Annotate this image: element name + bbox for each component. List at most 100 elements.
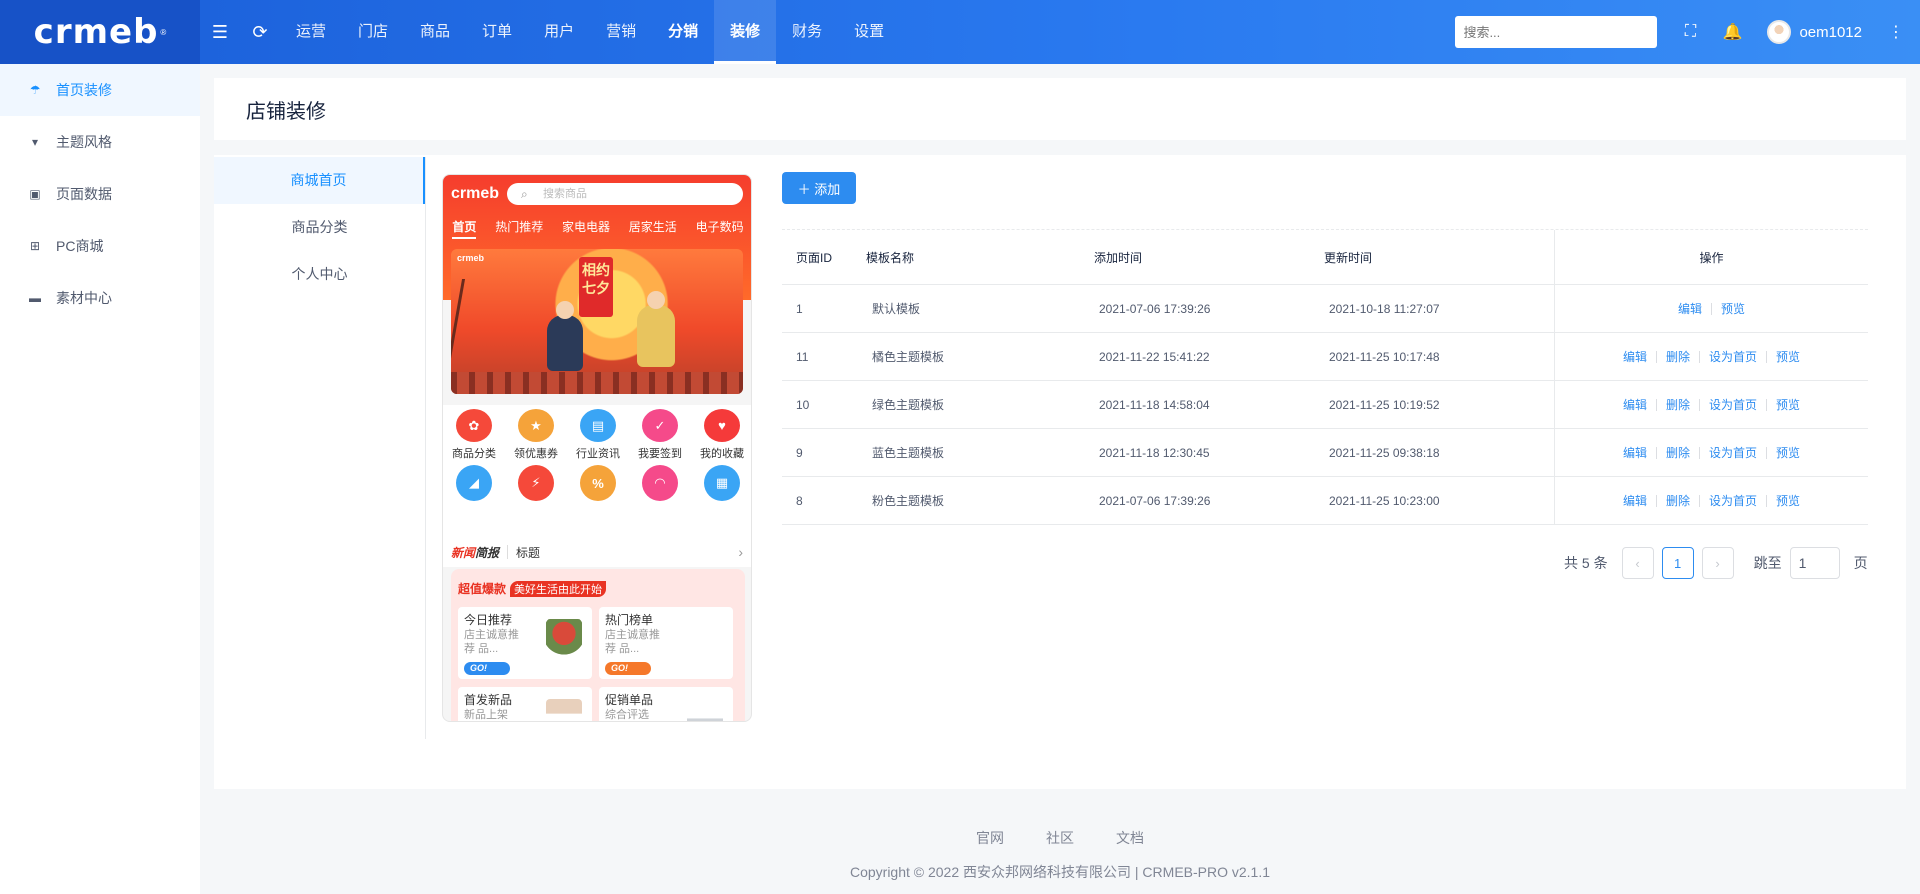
- promo-card: 今日推荐 店主诚意推荐 品... GO!: [458, 607, 592, 679]
- preview-link[interactable]: 预览: [1721, 300, 1745, 317]
- banner-logo: crmeb: [457, 253, 485, 263]
- main-card: 商城首页 商品分类 个人中心 crmeb ⌕ 搜索商品 首页 热门推荐 家电电器…: [214, 155, 1906, 789]
- divider: [1766, 494, 1768, 507]
- phone-icon-label: 行业资讯: [576, 448, 620, 460]
- topnav-item-user[interactable]: 用户: [528, 0, 590, 64]
- trademark: ®: [160, 27, 167, 37]
- cell-updated: 2021-10-18 11:27:07: [1329, 301, 1440, 316]
- gift-icon: ✿: [456, 409, 492, 442]
- topnav-item-operation[interactable]: 运营: [280, 0, 342, 64]
- phone-icon-item: ⚡: [505, 461, 567, 507]
- topnav-item-decoration[interactable]: 装修: [714, 0, 777, 64]
- brand-logo[interactable]: crmeb ®: [0, 0, 200, 64]
- submenu-item-mall-home[interactable]: 商城首页: [214, 157, 425, 204]
- table-body: 1 默认模板 2021-07-06 17:39:26 2021-10-18 11…: [782, 285, 1868, 525]
- set-home-link[interactable]: 设为首页: [1709, 348, 1757, 365]
- preview-link[interactable]: 预览: [1776, 492, 1800, 509]
- footer-link-community[interactable]: 社区: [1046, 828, 1074, 848]
- sidebar-item-material-center[interactable]: ▬ 素材中心: [0, 272, 200, 324]
- phone-tabs: 首页 热门推荐 家电电器 居家生活 电子数码: [443, 218, 751, 239]
- refresh-icon[interactable]: ⟳: [240, 0, 280, 64]
- divider: [1655, 398, 1657, 411]
- divider: [1711, 302, 1712, 315]
- go-badge: GO!: [464, 662, 510, 675]
- cell-id: 10: [796, 397, 810, 412]
- delete-link[interactable]: 删除: [1666, 492, 1690, 509]
- avatar[interactable]: [1767, 20, 1792, 44]
- cell-updated: 2021-11-25 09:38:18: [1329, 445, 1440, 460]
- preview-link[interactable]: 预览: [1776, 396, 1800, 413]
- phone-icon-item: ✓ 我要签到: [629, 405, 691, 461]
- top-right-tools: ⛶ 🔔 oem1012 ⋮: [1455, 0, 1920, 64]
- go-badge: GO!: [605, 662, 651, 675]
- cell-actions: 编辑 删除 设为首页 预览: [1554, 429, 1868, 476]
- more-vertical-icon[interactable]: ⋮: [1888, 22, 1904, 42]
- topnav-item-store[interactable]: 门店: [342, 0, 404, 64]
- promo-title: 超值爆款: [458, 582, 507, 596]
- sidebar-item-label: 首页装修: [56, 82, 112, 98]
- edit-link[interactable]: 编辑: [1678, 300, 1702, 317]
- submenu-item-product-category[interactable]: 商品分类: [214, 204, 425, 251]
- username[interactable]: oem1012: [1799, 24, 1862, 41]
- menu-fold-icon[interactable]: ☰: [200, 0, 240, 64]
- pagination: 共 5 条 ‹ 1 › 跳至 页: [1564, 547, 1868, 579]
- table-row: 10 绿色主题模板 2021-11-18 14:58:04 2021-11-25…: [782, 381, 1868, 429]
- phone-icon-item: ▤ 行业资讯: [567, 405, 629, 461]
- fullscreen-icon[interactable]: ⛶: [1669, 0, 1711, 64]
- jump-page-input[interactable]: [1789, 547, 1840, 579]
- promo-card-title: 热门榜单: [605, 613, 654, 627]
- topnav-item-order[interactable]: 订单: [466, 0, 528, 64]
- phone-tab: 电子数码: [695, 220, 744, 234]
- phone-icon-item: %: [567, 461, 629, 507]
- topnav-item-marketing[interactable]: 营销: [590, 0, 652, 64]
- preview-link[interactable]: 预览: [1776, 444, 1800, 461]
- page-number-button[interactable]: 1: [1661, 547, 1694, 579]
- global-search-input[interactable]: [1455, 16, 1658, 48]
- phone-tab: 热门推荐: [495, 220, 544, 234]
- sidebar-item-theme-style[interactable]: ▾ 主题风格: [0, 116, 200, 168]
- sidebar-item-pc-mall[interactable]: ⊞ PC商城: [0, 220, 200, 272]
- table-row: 11 橘色主题模板 2021-11-22 15:41:22 2021-11-25…: [782, 333, 1868, 381]
- divider: [1699, 494, 1700, 507]
- set-home-link[interactable]: 设为首页: [1709, 492, 1757, 509]
- megaphone-icon: ◢: [456, 465, 492, 501]
- add-button[interactable]: ＋ 添加: [782, 172, 856, 204]
- topnav-item-distribution[interactable]: 分销: [652, 0, 714, 64]
- edit-link[interactable]: 编辑: [1623, 444, 1647, 461]
- col-header-updated: 更新时间: [1324, 250, 1373, 265]
- divider: [507, 545, 509, 559]
- phone-tab: 首页: [452, 218, 477, 239]
- cell-added: 2021-11-18 14:58:04: [1099, 397, 1210, 412]
- sub-menu: 商城首页 商品分类 个人中心: [214, 157, 426, 739]
- delete-link[interactable]: 删除: [1666, 396, 1690, 413]
- topnav-item-settings[interactable]: 设置: [838, 0, 900, 64]
- topnav-item-finance[interactable]: 财务: [776, 0, 838, 64]
- preview-link[interactable]: 预览: [1776, 348, 1800, 365]
- next-page-button[interactable]: ›: [1701, 547, 1734, 579]
- topnav-item-product[interactable]: 商品: [404, 0, 466, 64]
- edit-link[interactable]: 编辑: [1623, 348, 1647, 365]
- phone-promo-section: 超值爆款 美好生活由此开始 今日推荐 店主诚意推荐 品... GO! 热门榜单 …: [451, 569, 745, 721]
- footer-link-official-site[interactable]: 官网: [976, 828, 1004, 848]
- umbrella-icon: ☂: [29, 83, 41, 97]
- sidebar-item-home-decoration[interactable]: ☂ 首页装修: [0, 64, 200, 116]
- delete-link[interactable]: 删除: [1666, 348, 1690, 365]
- bell-icon[interactable]: 🔔: [1711, 0, 1753, 64]
- phone-icon-label: 我要签到: [638, 448, 682, 460]
- phone-logo: crmeb: [451, 185, 500, 202]
- prev-page-button[interactable]: ‹: [1621, 547, 1654, 579]
- delete-link[interactable]: 删除: [1666, 444, 1690, 461]
- shoe-icon: ◠: [642, 465, 678, 501]
- footer-link-docs[interactable]: 文档: [1116, 828, 1144, 848]
- set-home-link[interactable]: 设为首页: [1709, 396, 1757, 413]
- sidebar-item-label: 主题风格: [56, 134, 112, 150]
- divider: [1655, 350, 1657, 363]
- copyright: Copyright © 2022 西安众邦网络科技有限公司 | CRMEB-PR…: [849, 864, 1271, 880]
- sidebar-item-page-data[interactable]: ▣ 页面数据: [0, 168, 200, 220]
- edit-link[interactable]: 编辑: [1623, 396, 1647, 413]
- search-icon: ⌕: [521, 187, 528, 201]
- edit-link[interactable]: 编辑: [1623, 492, 1647, 509]
- set-home-link[interactable]: 设为首页: [1709, 444, 1757, 461]
- submenu-item-personal-center[interactable]: 个人中心: [214, 251, 425, 298]
- pagination-total: 共 5 条: [1564, 555, 1608, 571]
